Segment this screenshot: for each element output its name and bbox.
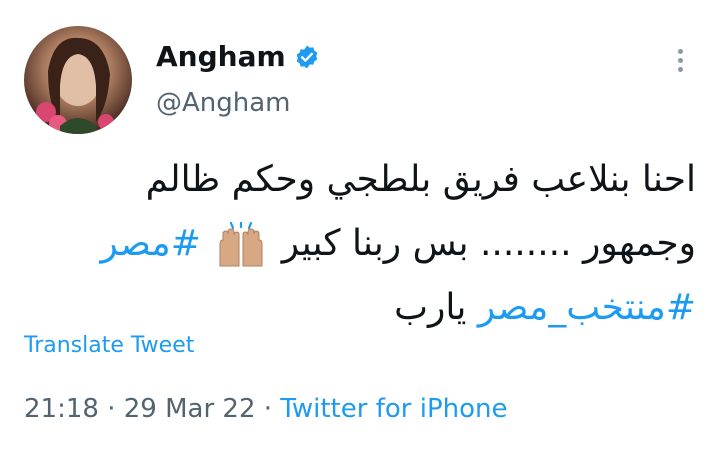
tweet-line-3-text: يارب [394,287,467,328]
tweet-date[interactable]: 29 Mar 22 [124,394,256,424]
display-name[interactable]: Angham [156,40,286,73]
more-dot-icon [677,48,683,54]
tweet-time[interactable]: 21:18 [24,394,99,424]
tweet-meta: 21:18 · 29 Mar 22 · Twitter for iPhone [24,394,507,424]
avatar[interactable] [24,26,132,134]
tweet-source-link[interactable]: Twitter for iPhone [280,394,507,424]
user-handle[interactable]: @Angham [156,88,291,118]
meta-separator: · [255,394,281,424]
more-dot-icon [677,57,683,63]
raising-hands-emoji-icon [216,222,266,268]
meta-separator: · [98,394,124,424]
tweet-line-2: وجمهور ........ بس ربنا كبير #مصر [56,212,696,276]
verified-badge-icon [294,44,320,70]
translate-tweet-link[interactable]: Translate Tweet [24,333,194,358]
tweet-line-1: احنا بنلاعب فريق بلطجي وحكم ظالم [145,159,696,200]
avatar-image [30,37,114,134]
name-row: Angham [156,40,320,73]
hashtag-montakhab-masr[interactable]: #منتخب_مصر [478,287,696,328]
tweet-text: احنا بنلاعب فريق بلطجي وحكم ظالم وجمهور … [56,148,696,340]
more-options-button[interactable] [664,44,696,76]
more-dot-icon [677,66,683,72]
hashtag-masr[interactable]: #مصر [100,223,201,264]
tweet-line-3: #منتخب_مصر يارب [56,276,696,340]
tweet-line-2-text: وجمهور ........ بس ربنا كبير [281,223,696,264]
